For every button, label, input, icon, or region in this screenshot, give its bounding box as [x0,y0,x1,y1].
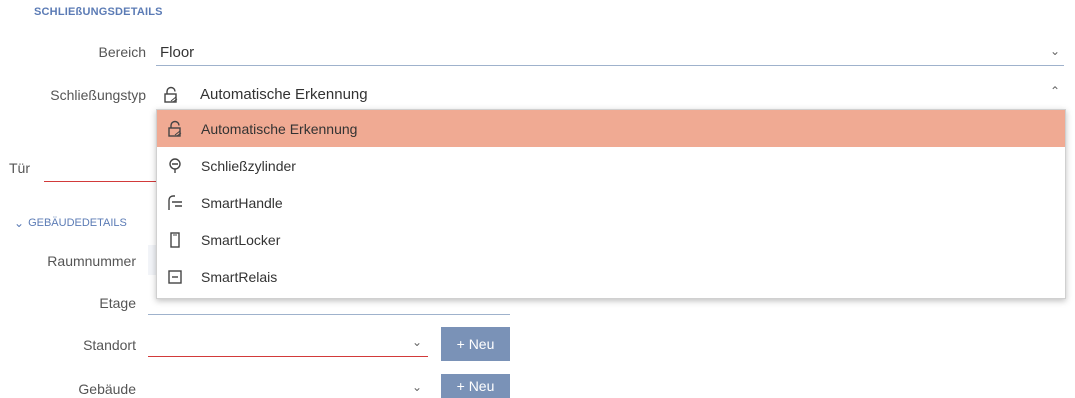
lock-auto-icon [162,86,180,109]
bereich-label: Bereich [98,44,146,60]
schliessungstyp-select[interactable]: Automatische Erkennung ⌃ [156,80,1064,109]
cylinder-icon [165,157,185,175]
chevron-down-icon: ⌄ [411,335,422,349]
tuer-underline [44,181,156,182]
standort-select[interactable]: ⌄ [148,327,428,357]
chevron-up-icon: ⌃ [1049,84,1060,98]
standort-label: Standort [83,337,136,353]
option-smartlocker[interactable]: SmartLocker [157,221,1065,258]
option-smartrelais[interactable]: SmartRelais [157,258,1065,295]
etage-underline [148,314,510,315]
standort-underline [148,356,428,357]
etage-label: Etage [99,295,136,311]
option-label: SmartRelais [201,268,278,285]
locker-icon [165,231,185,249]
chevron-down-icon: ⌄ [1049,44,1060,58]
schliessungstyp-dropdown: Automatische Erkennung Schließzylinder S… [156,109,1066,299]
raumnummer-label: Raumnummer [47,253,136,269]
option-smarthandle[interactable]: SmartHandle [157,184,1065,221]
gebaeude-new-button[interactable]: + Neu [441,374,510,398]
tuer-input[interactable] [44,150,156,182]
option-label: Automatische Erkennung [201,120,358,137]
gebaeude-label: Gebäude [78,381,136,397]
handle-icon [165,194,185,212]
bereich-underline [156,65,1064,66]
gebaeude-section-label: GEBÄUDEDETAILS [28,217,127,229]
gebaeude-select[interactable]: ⌄ [148,374,428,398]
relay-icon [165,269,185,285]
standort-new-button[interactable]: + Neu [441,327,510,361]
chevron-down-icon: ⌄ [14,216,25,230]
schliessungstyp-label: Schließungstyp [50,87,146,103]
gebaeude-section-toggle[interactable]: ⌄ GEBÄUDEDETAILS [14,216,127,230]
option-label: SmartLocker [201,231,281,248]
option-schliesszylinder[interactable]: Schließzylinder [157,147,1065,184]
tuer-label: Tür [9,160,30,176]
bereich-select[interactable]: Floor ⌄ [156,38,1064,66]
chevron-down-icon: ⌄ [411,380,422,394]
option-label: Schließzylinder [201,157,296,174]
option-label: SmartHandle [201,194,283,211]
raumnummer-input[interactable] [148,245,156,275]
option-automatische-erkennung[interactable]: Automatische Erkennung [157,110,1065,147]
section-header: SCHLIEßUNGSDETAILS [34,6,163,18]
schliessungstyp-value: Automatische Erkennung [200,86,368,103]
lock-auto-icon [165,120,185,138]
bereich-value: Floor [160,44,195,61]
